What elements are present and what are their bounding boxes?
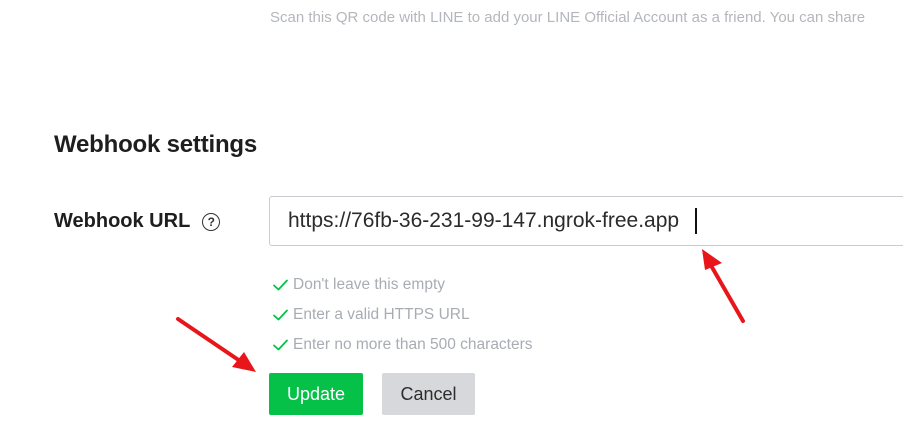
check-icon — [273, 309, 288, 321]
validation-item: Don't leave this empty — [272, 270, 533, 300]
check-icon — [273, 279, 288, 291]
validation-item: Enter a valid HTTPS URL — [272, 300, 533, 330]
webhook-url-input[interactable] — [269, 196, 903, 246]
update-button[interactable]: Update — [269, 373, 363, 415]
webhook-settings-title: Webhook settings — [54, 131, 258, 158]
validation-text: Enter no more than 500 characters — [293, 336, 533, 353]
validation-text: Don't leave this empty — [293, 276, 446, 293]
text-caret — [695, 208, 697, 234]
webhook-url-label-group: Webhook URL ? — [54, 210, 221, 233]
help-icon[interactable]: ? — [202, 212, 221, 231]
check-icon — [273, 339, 288, 351]
validation-text: Enter a valid HTTPS URL — [293, 306, 470, 323]
qr-code-hint-text: Scan this QR code with LINE to add your … — [270, 9, 866, 26]
webhook-url-label: Webhook URL — [54, 210, 191, 232]
cancel-button[interactable]: Cancel — [382, 373, 475, 415]
arrow-to-url-input — [702, 249, 745, 323]
validation-list: Don't leave this empty Enter a valid HTT… — [272, 270, 533, 360]
arrow-to-update-button — [176, 317, 256, 372]
validation-item: Enter no more than 500 characters — [272, 330, 533, 360]
